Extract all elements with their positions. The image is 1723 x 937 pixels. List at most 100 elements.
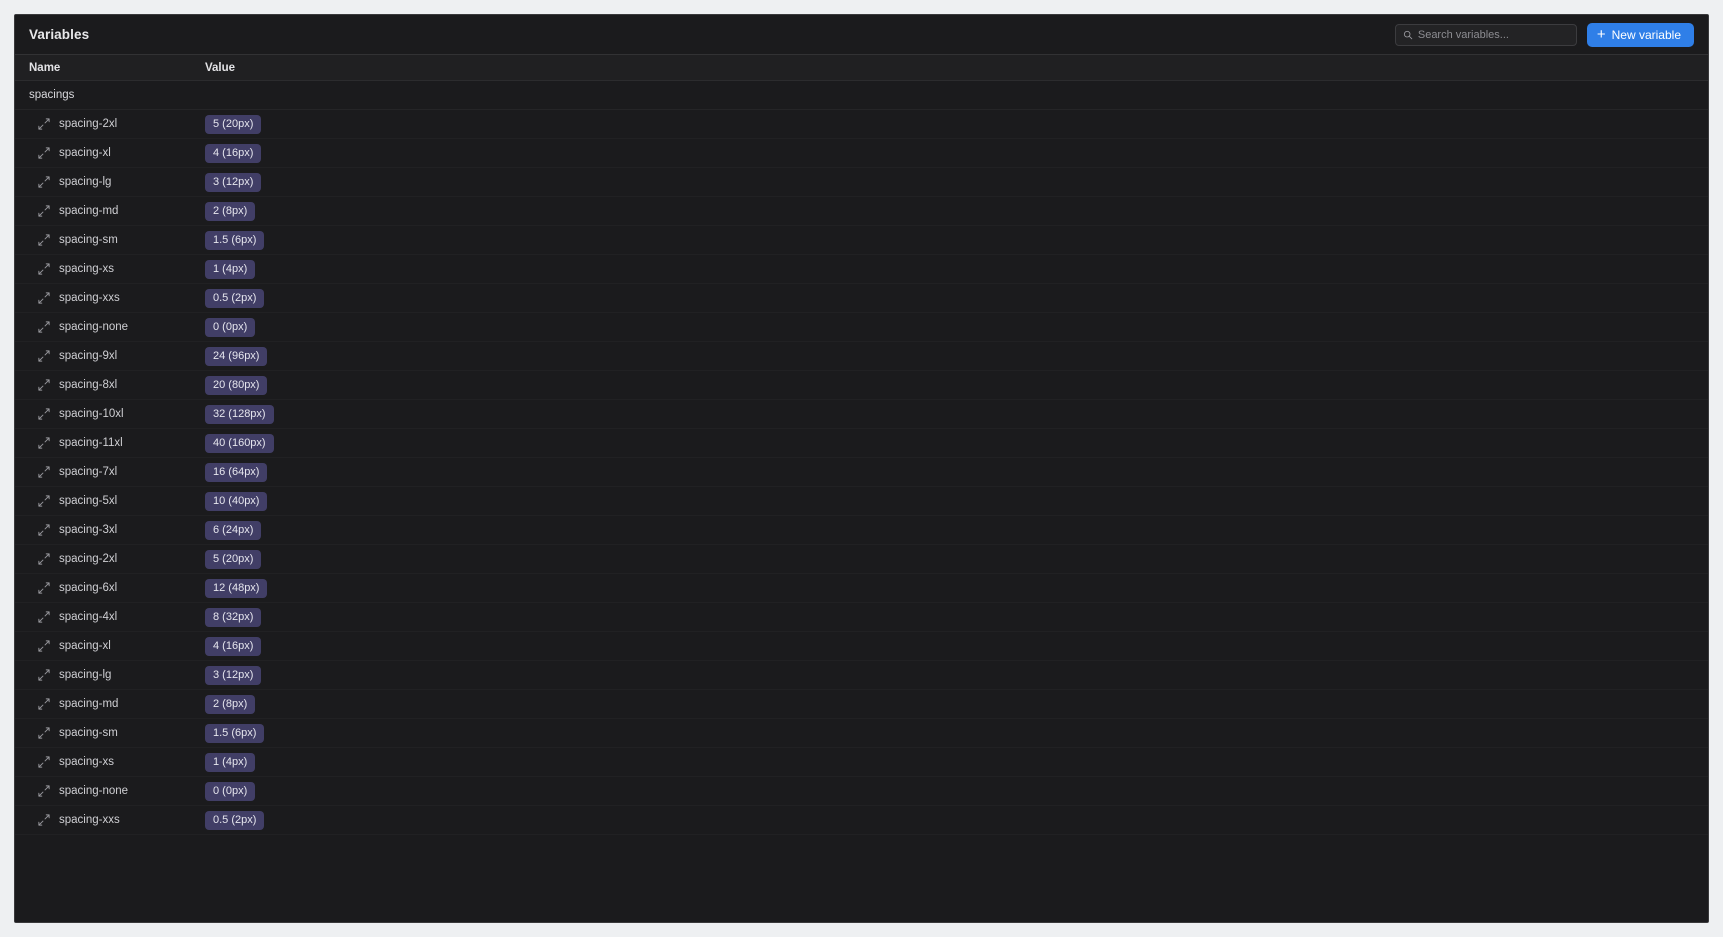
variable-name-cell: spacing-xl <box>15 147 205 159</box>
variable-value-cell: 4 (16px) <box>205 636 1708 656</box>
table-row[interactable]: spacing-6xl 12 (48px) <box>15 574 1708 603</box>
variable-value-badge[interactable]: 8 (32px) <box>205 607 262 627</box>
table-row[interactable]: spacing-xl 4 (16px) <box>15 139 1708 168</box>
variable-name-label: spacing-xxs <box>59 814 120 826</box>
panel-header: Variables + New variable <box>15 15 1708 55</box>
table-row[interactable]: spacing-none 0 (0px) <box>15 777 1708 806</box>
variable-name-label: spacing-md <box>59 698 119 710</box>
variable-name-cell: spacing-5xl <box>15 495 205 507</box>
table-row[interactable]: spacing-5xl 10 (40px) <box>15 487 1708 516</box>
table-row[interactable]: spacing-xs 1 (4px) <box>15 255 1708 284</box>
variable-value-badge[interactable]: 0 (0px) <box>205 317 256 337</box>
variable-value-badge[interactable]: 24 (96px) <box>205 346 268 366</box>
variable-name-cell: spacing-lg <box>15 176 205 188</box>
variable-value-badge[interactable]: 20 (80px) <box>205 375 268 395</box>
variable-value-cell: 8 (32px) <box>205 607 1708 627</box>
variable-value-cell: 20 (80px) <box>205 375 1708 395</box>
table-row[interactable]: spacing-11xl 40 (160px) <box>15 429 1708 458</box>
resize-diagonal-icon <box>38 669 50 681</box>
variable-value-badge[interactable]: 12 (48px) <box>205 578 268 598</box>
variable-value-badge[interactable]: 32 (128px) <box>205 404 274 424</box>
variable-value-cell: 12 (48px) <box>205 578 1708 598</box>
variable-value-badge[interactable]: 1 (4px) <box>205 259 256 279</box>
table-row[interactable]: spacing-xxs 0.5 (2px) <box>15 284 1708 313</box>
table-row[interactable]: spacing-3xl 6 (24px) <box>15 516 1708 545</box>
table-row[interactable]: spacing-7xl 16 (64px) <box>15 458 1708 487</box>
variable-value-badge[interactable]: 2 (8px) <box>205 201 256 221</box>
new-variable-label: New variable <box>1611 27 1681 42</box>
variable-value-cell: 1.5 (6px) <box>205 723 1708 743</box>
resize-diagonal-icon <box>38 408 50 420</box>
variable-name-cell: spacing-3xl <box>15 524 205 536</box>
variable-value-badge[interactable]: 10 (40px) <box>205 491 268 511</box>
variable-value-badge[interactable]: 4 (16px) <box>205 143 262 163</box>
variable-name-cell: spacing-none <box>15 785 205 797</box>
variable-name-cell: spacing-xs <box>15 756 205 768</box>
table-row[interactable]: spacing-md 2 (8px) <box>15 690 1708 719</box>
variable-name-cell: spacing-11xl <box>15 437 205 449</box>
table-row[interactable]: spacing-xs 1 (4px) <box>15 748 1708 777</box>
variable-name-cell: spacing-none <box>15 321 205 333</box>
table-row[interactable]: spacing-10xl 32 (128px) <box>15 400 1708 429</box>
variable-value-badge[interactable]: 0.5 (2px) <box>205 288 265 308</box>
variable-value-badge[interactable]: 3 (12px) <box>205 172 262 192</box>
group-header-label: spacings <box>29 89 75 101</box>
column-header-value: Value <box>205 61 236 74</box>
table-row[interactable]: spacing-4xl 8 (32px) <box>15 603 1708 632</box>
new-variable-button[interactable]: + New variable <box>1586 22 1694 47</box>
variable-name-cell: spacing-xxs <box>15 814 205 826</box>
variable-value-badge[interactable]: 5 (20px) <box>205 549 262 569</box>
search-input[interactable] <box>1417 28 1569 41</box>
table-header-row: Name Value <box>15 55 1708 81</box>
variable-value-cell: 5 (20px) <box>205 114 1708 134</box>
variable-value-cell: 1.5 (6px) <box>205 230 1708 250</box>
variable-value-cell: 4 (16px) <box>205 143 1708 163</box>
variable-value-badge[interactable]: 40 (160px) <box>205 433 274 453</box>
variable-name-cell: spacing-sm <box>15 234 205 246</box>
resize-diagonal-icon <box>38 321 50 333</box>
variable-value-cell: 0.5 (2px) <box>205 288 1708 308</box>
resize-diagonal-icon <box>38 553 50 565</box>
variable-value-badge[interactable]: 1 (4px) <box>205 752 256 772</box>
table-row[interactable]: spacing-sm 1.5 (6px) <box>15 719 1708 748</box>
resize-diagonal-icon <box>38 176 50 188</box>
table-row[interactable]: spacing-2xl 5 (20px) <box>15 110 1708 139</box>
column-header-name: Name <box>29 61 61 74</box>
variable-value-badge[interactable]: 3 (12px) <box>205 665 262 685</box>
variable-name-label: spacing-sm <box>59 727 118 739</box>
resize-diagonal-icon <box>38 234 50 246</box>
table-row[interactable]: spacing-9xl 24 (96px) <box>15 342 1708 371</box>
table-row[interactable]: spacing-xl 4 (16px) <box>15 632 1708 661</box>
variable-name-cell: spacing-8xl <box>15 379 205 391</box>
table-row[interactable]: spacing-8xl 20 (80px) <box>15 371 1708 400</box>
variable-value-badge[interactable]: 1.5 (6px) <box>205 230 265 250</box>
variable-value-cell: 24 (96px) <box>205 346 1708 366</box>
variable-value-badge[interactable]: 0.5 (2px) <box>205 810 265 830</box>
table-row[interactable]: spacing-sm 1.5 (6px) <box>15 226 1708 255</box>
variable-name-cell: spacing-7xl <box>15 466 205 478</box>
variable-name-label: spacing-5xl <box>59 495 118 507</box>
variable-value-badge[interactable]: 1.5 (6px) <box>205 723 265 743</box>
variable-value-cell: 10 (40px) <box>205 491 1708 511</box>
variable-value-badge[interactable]: 16 (64px) <box>205 462 268 482</box>
variable-name-label: spacing-3xl <box>59 524 118 536</box>
variable-value-badge[interactable]: 4 (16px) <box>205 636 262 656</box>
table-row[interactable]: spacing-lg 3 (12px) <box>15 661 1708 690</box>
variable-name-cell: spacing-xs <box>15 263 205 275</box>
resize-diagonal-icon <box>38 350 50 362</box>
variable-value-badge[interactable]: 0 (0px) <box>205 781 256 801</box>
variable-name-label: spacing-9xl <box>59 350 118 362</box>
table-row[interactable]: spacing-md 2 (8px) <box>15 197 1708 226</box>
variable-name-label: spacing-2xl <box>59 553 118 565</box>
variable-value-badge[interactable]: 2 (8px) <box>205 694 256 714</box>
variable-value-badge[interactable]: 6 (24px) <box>205 520 262 540</box>
variable-name-label: spacing-8xl <box>59 379 118 391</box>
search-field[interactable] <box>1394 23 1577 46</box>
table-row[interactable]: spacing-none 0 (0px) <box>15 313 1708 342</box>
table-row[interactable]: spacing-xxs 0.5 (2px) <box>15 806 1708 835</box>
variable-name-label: spacing-lg <box>59 176 112 188</box>
variable-value-badge[interactable]: 5 (20px) <box>205 114 262 134</box>
table-row[interactable]: spacing-lg 3 (12px) <box>15 168 1708 197</box>
resize-diagonal-icon <box>38 205 50 217</box>
table-row[interactable]: spacing-2xl 5 (20px) <box>15 545 1708 574</box>
